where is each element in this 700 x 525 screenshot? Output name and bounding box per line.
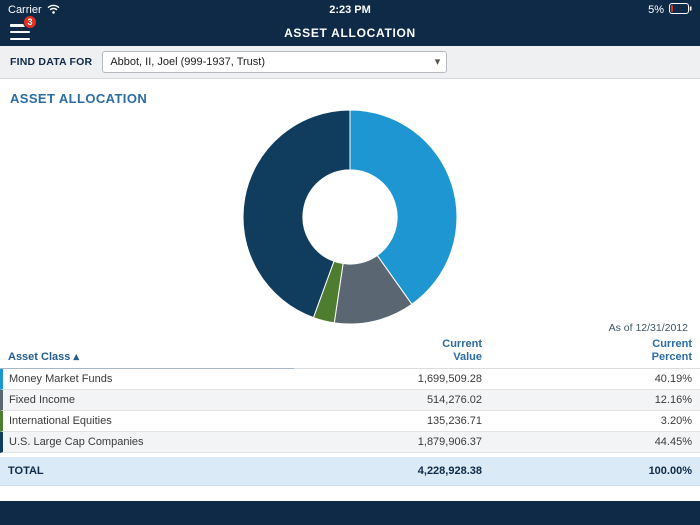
find-data-select[interactable]: Abbot, II, Joel (999-1937, Trust) — [102, 51, 447, 73]
total-percent: 100.00% — [490, 453, 700, 486]
current-value-cell: 1,699,509.28 — [294, 369, 490, 390]
header-current-percent[interactable]: Current Percent — [490, 336, 700, 369]
section-heading: ASSET ALLOCATION — [0, 79, 700, 106]
page-title: ASSET ALLOCATION — [284, 26, 416, 40]
sort-asc-icon: ▴ — [73, 351, 79, 363]
table-row[interactable]: International Equities 135,236.71 3.20% — [0, 411, 700, 432]
battery-icon — [669, 3, 692, 17]
asset-class-cell: U.S. Large Cap Companies — [0, 432, 294, 453]
battery-percent-label: 5% — [648, 4, 664, 16]
total-row: TOTAL 4,228,928.38 100.00% — [0, 453, 700, 486]
table-row[interactable]: U.S. Large Cap Companies 1,879,906.37 44… — [0, 432, 700, 453]
table-row[interactable]: Money Market Funds 1,699,509.28 40.19% — [0, 369, 700, 390]
current-value-cell: 1,879,906.37 — [294, 432, 490, 453]
total-label: TOTAL — [0, 453, 294, 486]
table-header-row: Asset Class ▴ Current Value Current Perc… — [0, 336, 700, 369]
header-current-value[interactable]: Current Value — [294, 336, 490, 369]
find-data-label: FIND DATA FOR — [10, 56, 92, 68]
wifi-icon — [47, 4, 60, 17]
nav-bar: 3 ASSET ALLOCATION — [0, 20, 700, 46]
asset-allocation-table: Asset Class ▴ Current Value Current Perc… — [0, 336, 700, 486]
find-data-bar: FIND DATA FOR Abbot, II, Joel (999-1937,… — [0, 46, 700, 79]
current-value-cell: 514,276.02 — [294, 390, 490, 411]
table-row[interactable]: Fixed Income 514,276.02 12.16% — [0, 390, 700, 411]
notification-badge: 3 — [23, 15, 37, 29]
current-percent-cell: 3.20% — [490, 411, 700, 432]
menu-icon[interactable]: 3 — [10, 24, 30, 40]
asset-class-cell: Money Market Funds — [0, 369, 294, 390]
carrier-label: Carrier — [8, 4, 42, 16]
bottom-toolbar — [0, 501, 700, 525]
status-bar: Carrier 2:23 PM 5% — [0, 0, 700, 20]
current-percent-cell: 44.45% — [490, 432, 700, 453]
asset-class-cell: Fixed Income — [0, 390, 294, 411]
asset-allocation-donut-chart — [239, 108, 461, 326]
current-percent-cell: 12.16% — [490, 390, 700, 411]
asset-class-cell: International Equities — [0, 411, 294, 432]
chart-area — [0, 108, 700, 326]
header-asset-class[interactable]: Asset Class ▴ — [0, 336, 294, 369]
clock: 2:23 PM — [329, 4, 371, 16]
header-asset-class-label: Asset Class — [8, 351, 70, 363]
find-data-select-wrap: Abbot, II, Joel (999-1937, Trust) ▾ — [102, 51, 447, 73]
current-percent-cell: 40.19% — [490, 369, 700, 390]
total-value: 4,228,928.38 — [294, 453, 490, 486]
current-value-cell: 135,236.71 — [294, 411, 490, 432]
